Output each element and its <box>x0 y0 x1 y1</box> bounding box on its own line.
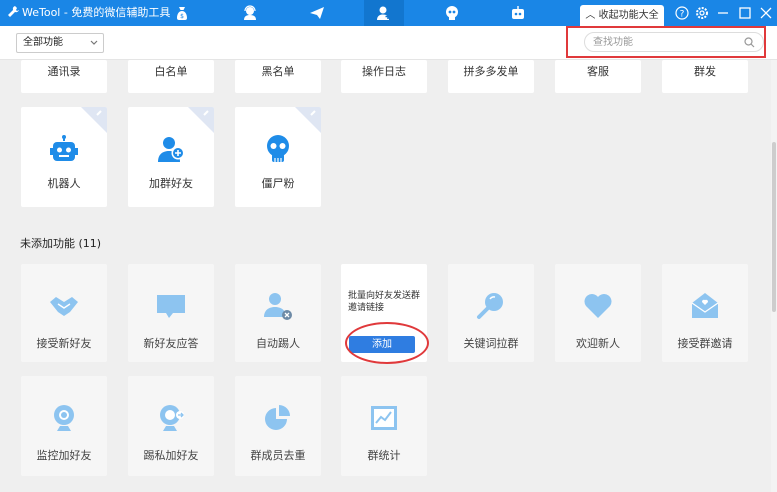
magnifier-icon <box>477 293 503 319</box>
title-bar: WeTool - 免费的微信辅助工具 $ ︿ 收起功能大全 ? <box>0 0 777 26</box>
corner-pin-icon <box>188 107 214 133</box>
pie-chart-icon <box>265 405 290 430</box>
card-label: 接受群邀请 <box>677 337 733 350</box>
card-label: 机器人 <box>47 177 81 190</box>
filter-selected-value: 全部功能 <box>23 37 63 48</box>
webcam-icon <box>54 405 74 431</box>
handshake-icon <box>50 297 78 316</box>
chevron-down-icon <box>90 40 98 45</box>
search-icon[interactable] <box>744 37 755 48</box>
card-label: 新好友应答 <box>143 337 199 350</box>
card-label: 白名单 <box>154 65 188 78</box>
scrollbar-thumb[interactable] <box>772 142 776 312</box>
feature-card-whitelist[interactable]: 白名单 <box>128 60 214 93</box>
chat-bubble-icon <box>157 295 185 318</box>
feature-card-robot[interactable]: 机器人 <box>21 107 107 207</box>
robot-icon <box>50 135 78 161</box>
collapse-features-tab[interactable]: ︿ 收起功能大全 <box>580 5 664 26</box>
card-label: 自动踢人 <box>256 337 300 350</box>
card-label: 关键词拉群 <box>463 337 519 350</box>
add-button-annotation-circle <box>345 322 429 364</box>
card-label: 黑名单 <box>261 65 295 78</box>
user-support-icon[interactable] <box>241 4 259 22</box>
feature-card-welcome-new[interactable]: 欢迎新人 <box>555 264 641 362</box>
card-label: 拼多多发单 <box>463 65 519 78</box>
kick-webcam-icon <box>160 405 184 431</box>
toolbar: 全部功能 <box>0 26 777 60</box>
add-group-friend-icon <box>158 137 185 162</box>
feature-card-blacklist[interactable]: 黑名单 <box>235 60 321 93</box>
close-icon[interactable] <box>757 4 775 22</box>
money-bag-icon[interactable]: $ <box>173 4 191 22</box>
robot-icon[interactable] <box>509 4 527 22</box>
add-user-icon[interactable] <box>364 0 404 26</box>
invite-mail-icon <box>691 293 719 318</box>
wrench-logo-icon <box>8 6 19 17</box>
card-label: 操作日志 <box>362 65 406 78</box>
search-field[interactable] <box>584 32 764 52</box>
collapse-features-label: 收起功能大全 <box>598 10 659 21</box>
skull-icon[interactable] <box>443 4 461 22</box>
svg-text:$: $ <box>180 13 184 20</box>
feature-card-accept-new-friend[interactable]: 接受新好友 <box>21 264 107 362</box>
feature-card-kick-private-add[interactable]: 踢私加好友 <box>128 376 214 476</box>
feature-card-add-group-friends[interactable]: 加群好友 <box>128 107 214 207</box>
feature-card-accept-group-invite[interactable]: 接受群邀请 <box>662 264 748 362</box>
heart-icon <box>584 294 612 318</box>
not-added-section-title: 未添加功能 (11) <box>20 237 102 250</box>
maximize-icon[interactable] <box>736 4 754 22</box>
card-label: 群发 <box>694 65 716 78</box>
corner-pin-icon <box>81 107 107 133</box>
remove-user-icon <box>264 293 292 320</box>
app-title: WeTool - 免费的微信辅助工具 <box>22 6 171 19</box>
app-window: WeTool - 免费的微信辅助工具 $ ︿ 收起功能大全 ? 全部功能 通讯录… <box>0 0 777 492</box>
feature-card-keyword-group[interactable]: 关键词拉群 <box>448 264 534 362</box>
feature-card-new-friend-reply[interactable]: 新好友应答 <box>128 264 214 362</box>
feature-card-contacts[interactable]: 通讯录 <box>21 60 107 93</box>
card-label: 群统计 <box>367 449 401 462</box>
feature-filter-dropdown[interactable]: 全部功能 <box>16 33 104 53</box>
settings-gear-icon[interactable] <box>693 4 711 22</box>
corner-pin-icon <box>295 107 321 133</box>
feature-card-pdd-order[interactable]: 拼多多发单 <box>448 60 534 93</box>
feature-card-auto-kick[interactable]: 自动踢人 <box>235 264 321 362</box>
card-label: 僵尸粉 <box>261 177 295 190</box>
card-label: 监控加好友 <box>36 449 92 462</box>
feature-card-customer-service[interactable]: 客服 <box>555 60 641 93</box>
minimize-icon[interactable] <box>714 4 732 22</box>
card-label: 踢私加好友 <box>143 449 199 462</box>
card-label: 群成员去重 <box>250 449 306 462</box>
feature-card-operation-log[interactable]: 操作日志 <box>341 60 427 93</box>
feature-card-mass-send[interactable]: 群发 <box>662 60 748 93</box>
line-chart-icon <box>371 406 397 430</box>
card-label: 客服 <box>587 65 609 78</box>
card-label: 接受新好友 <box>36 337 92 350</box>
search-input[interactable] <box>593 33 723 51</box>
skull-icon <box>267 135 289 162</box>
feature-card-monitor-add-friend[interactable]: 监控加好友 <box>21 376 107 476</box>
feature-card-zombie-fans[interactable]: 僵尸粉 <box>235 107 321 207</box>
feature-tooltip-text: 批量向好友发送群邀请链接 <box>348 291 421 313</box>
card-label: 欢迎新人 <box>576 337 620 350</box>
svg-text:?: ? <box>680 10 685 20</box>
send-icon[interactable] <box>308 4 326 22</box>
feature-card-dedupe-members[interactable]: 群成员去重 <box>235 376 321 476</box>
help-icon[interactable]: ? <box>673 4 691 22</box>
chevron-up-icon: ︿ <box>585 10 599 21</box>
feature-card-group-stats[interactable]: 群统计 <box>341 376 427 476</box>
card-label: 通讯录 <box>47 65 81 78</box>
card-label: 加群好友 <box>149 177 193 190</box>
